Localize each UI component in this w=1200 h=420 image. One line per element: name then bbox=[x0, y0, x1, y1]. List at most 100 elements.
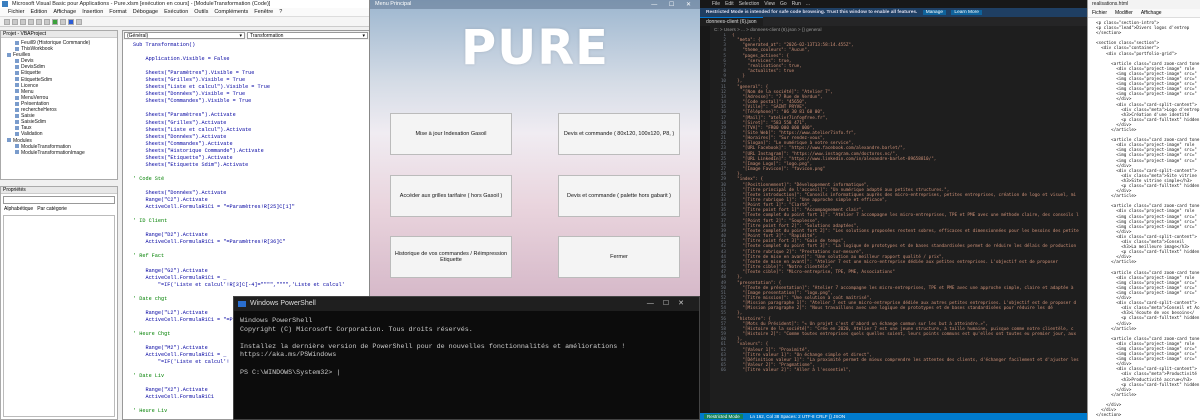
breadcrumb[interactable]: C: > Users > ... > donnees-client (6).js… bbox=[700, 26, 1087, 33]
code-line: Range("D2").Activate bbox=[133, 232, 208, 239]
json-editor[interactable]: 1{ 2 "meta": { 3 "generated_at": "2026-0… bbox=[710, 33, 1081, 373]
vba-menu-item[interactable]: Insertion bbox=[82, 8, 103, 16]
json-line-text: "[Histoire 2]": "Comme toutes entreprise… bbox=[732, 332, 1077, 338]
vba-menu-item[interactable]: Outils bbox=[194, 8, 208, 16]
code-line: ActiveCell.FormulaR1C1 = "=Paramètres!R[… bbox=[133, 204, 295, 211]
code-line: Sheets("Historique Commande").Activate bbox=[133, 147, 264, 154]
code-line: Sheets("Données").Activate bbox=[133, 189, 227, 196]
notepad-menu-item[interactable]: Affichage bbox=[1141, 9, 1162, 17]
vba-menu-item[interactable]: Compléments bbox=[214, 8, 248, 16]
code-line: ' Date chgt bbox=[133, 295, 168, 302]
save-icon[interactable] bbox=[20, 18, 26, 25]
manage-button[interactable]: Manage bbox=[922, 10, 947, 15]
vscode-window: File Edit Selection View Go Run... Restricted… bbox=[700, 0, 1087, 420]
pause-icon[interactable] bbox=[60, 18, 66, 25]
vba-menu-item[interactable]: Format bbox=[109, 8, 126, 16]
notepad-menu-item[interactable]: Fichier bbox=[1092, 9, 1107, 17]
powershell-console[interactable]: Windows PowerShell Copyright (C) Microsof… bbox=[234, 311, 699, 383]
vba-menu-item[interactable]: Fichier bbox=[8, 8, 25, 16]
cut-icon[interactable] bbox=[28, 18, 34, 25]
console-line: PS C:\WINDOWS\System32> | bbox=[240, 368, 341, 377]
notepad-menu: Fichier Modifier Affichage bbox=[1088, 9, 1200, 18]
button-devis-commande[interactable]: Devis et commande ( 80x120, 100x120, P8,… bbox=[558, 113, 680, 155]
notepad-line: </article> bbox=[1091, 391, 1137, 397]
properties-grid bbox=[3, 215, 115, 417]
vscode-menu-item[interactable]: Go bbox=[780, 0, 787, 8]
notepad-title: realisations.html bbox=[1088, 0, 1200, 9]
code-line: Range("M2").Activate bbox=[133, 345, 208, 352]
button-grilles-tarifaire[interactable]: Accéder aux grilles tarifaire ( hors Gas… bbox=[390, 175, 512, 217]
code-line: Range("X2").Activate bbox=[133, 387, 208, 394]
code-line: Sheets("Données").Visible = True bbox=[133, 91, 246, 98]
code-line: Sheets("Paramètres").Visible = True bbox=[133, 70, 255, 77]
json-line-text: "[Image Favicon]": "favicon.png" bbox=[732, 167, 826, 173]
window-controls[interactable]: — ☐ ✕ bbox=[651, 1, 696, 8]
vba-menu-item[interactable]: Exécution bbox=[164, 8, 188, 16]
vscode-menu-item[interactable]: Run bbox=[792, 0, 801, 8]
vba-app-icon bbox=[2, 1, 8, 7]
excel-icon[interactable] bbox=[4, 18, 10, 25]
vscode-menu-item[interactable]: File bbox=[712, 0, 720, 8]
properties-panel: Propriétés Alphabétique Par catégorie bbox=[0, 186, 118, 420]
notepad-line: </article> bbox=[1091, 259, 1137, 265]
json-line: 66 "[Titre valeur 2]": "Aller à l'essent… bbox=[710, 368, 851, 373]
code-line: Sheets("Etiquette Sdim").Activate bbox=[133, 161, 249, 168]
vscode-menu-item[interactable]: Selection bbox=[739, 0, 760, 8]
code-line: Application.Visible = False bbox=[133, 56, 230, 63]
properties-title: Propriétés bbox=[1, 187, 117, 194]
project-tree-item[interactable]: ModuleTransformationImage bbox=[15, 150, 117, 156]
window-controls[interactable]: —☐✕ bbox=[647, 297, 693, 311]
powershell-title: Windows PowerShell bbox=[250, 300, 316, 307]
code-line: ' ID Client bbox=[133, 218, 168, 225]
vscode-menu-item[interactable]: View bbox=[764, 0, 775, 8]
status-restricted[interactable]: Restricted Mode bbox=[704, 414, 743, 419]
vba-menu-item[interactable]: Fenêtre bbox=[254, 8, 273, 16]
button-indexation-gasoil[interactable]: Mise à jour Indexation Gasoil bbox=[390, 113, 512, 155]
vba-menu-item[interactable]: Edition bbox=[31, 8, 48, 16]
status-info[interactable]: Ln 162, Col 38 Spaces: 2 UTF-8 CRLF {} J… bbox=[750, 414, 845, 419]
vscode-menu-item[interactable]: Edit bbox=[725, 0, 734, 8]
insert-icon[interactable] bbox=[12, 18, 18, 25]
code-line: ' Ref Fact bbox=[133, 253, 165, 260]
console-line: Copyright (C) Microsoft Corporation. Tou… bbox=[240, 325, 473, 334]
vba-menu-item[interactable]: Débogage bbox=[133, 8, 158, 16]
code-line: Sheets("Commandes").Activate bbox=[133, 140, 233, 147]
learn-more-link[interactable]: Learn More bbox=[951, 10, 982, 15]
notepad-text[interactable]: <p class="section-intro"> <p class="lead… bbox=[1088, 18, 1200, 420]
tab-par-categorie[interactable]: Par catégorie bbox=[37, 206, 67, 213]
object-combo[interactable]: (Général) bbox=[124, 32, 245, 40]
json-line-text: "[Texte cible]": "Micro-entreprise, TPE,… bbox=[732, 270, 895, 276]
tab-alphabetique[interactable]: Alphabétique bbox=[4, 206, 33, 213]
run-icon[interactable] bbox=[52, 18, 58, 25]
code-line: Range("L2").Activate bbox=[133, 309, 208, 316]
notepad-line: <div class="portfolio-grid"> bbox=[1091, 50, 1177, 56]
powershell-icon bbox=[238, 301, 246, 307]
code-line: Sheets("Liste et calcul").Activate bbox=[133, 126, 252, 133]
notepad-menu-item[interactable]: Modifier bbox=[1115, 9, 1133, 17]
json-line-text: "[Mission paragraphe 2]": "Nous travaill… bbox=[732, 306, 1053, 312]
paste-icon[interactable] bbox=[44, 18, 50, 25]
code-line: ' Code Sté bbox=[133, 175, 165, 182]
procedure-combo[interactable]: Transformation bbox=[247, 32, 368, 40]
code-line: ActiveCell.FormulaR1C1 bbox=[133, 394, 214, 401]
code-line: ' Date Liv bbox=[133, 373, 165, 380]
code-line: ActiveCell.FormulaR1C1 = _ bbox=[133, 352, 227, 359]
properties-object-combo[interactable] bbox=[3, 196, 115, 204]
copy-icon[interactable] bbox=[36, 18, 42, 25]
button-fermer[interactable]: Fermer bbox=[558, 236, 680, 278]
code-line: ActiveCell.FormulaR1C1 = "=Paramètres!R[… bbox=[133, 239, 286, 246]
line-number: 66 bbox=[720, 368, 726, 374]
code-line: Sub Transformation() bbox=[133, 42, 196, 48]
button-devis-hors-gabarit[interactable]: Devis et commande ( palette hors gabarit… bbox=[558, 175, 680, 217]
vba-menu-item[interactable]: Affichage bbox=[53, 8, 76, 16]
reset-icon[interactable] bbox=[68, 18, 74, 25]
menu-principal-window: Menu Principal — ☐ ✕ PURE Mise à jour In… bbox=[370, 0, 700, 296]
button-historique-commandes[interactable]: Historique de vos commandes / Réimpressi… bbox=[390, 236, 512, 278]
vba-menu-item[interactable]: ? bbox=[279, 8, 282, 16]
editor-tab[interactable]: donnees-client (6).json bbox=[700, 17, 763, 26]
project-tree: Feuill9 (Historique Commande) ThisWorkboo… bbox=[1, 38, 117, 156]
vscode-menu-item[interactable]: ... bbox=[806, 0, 810, 8]
design-mode-icon[interactable] bbox=[76, 18, 82, 25]
notepad-window: realisations.html Fichier Modifier Afficha… bbox=[1087, 0, 1200, 420]
